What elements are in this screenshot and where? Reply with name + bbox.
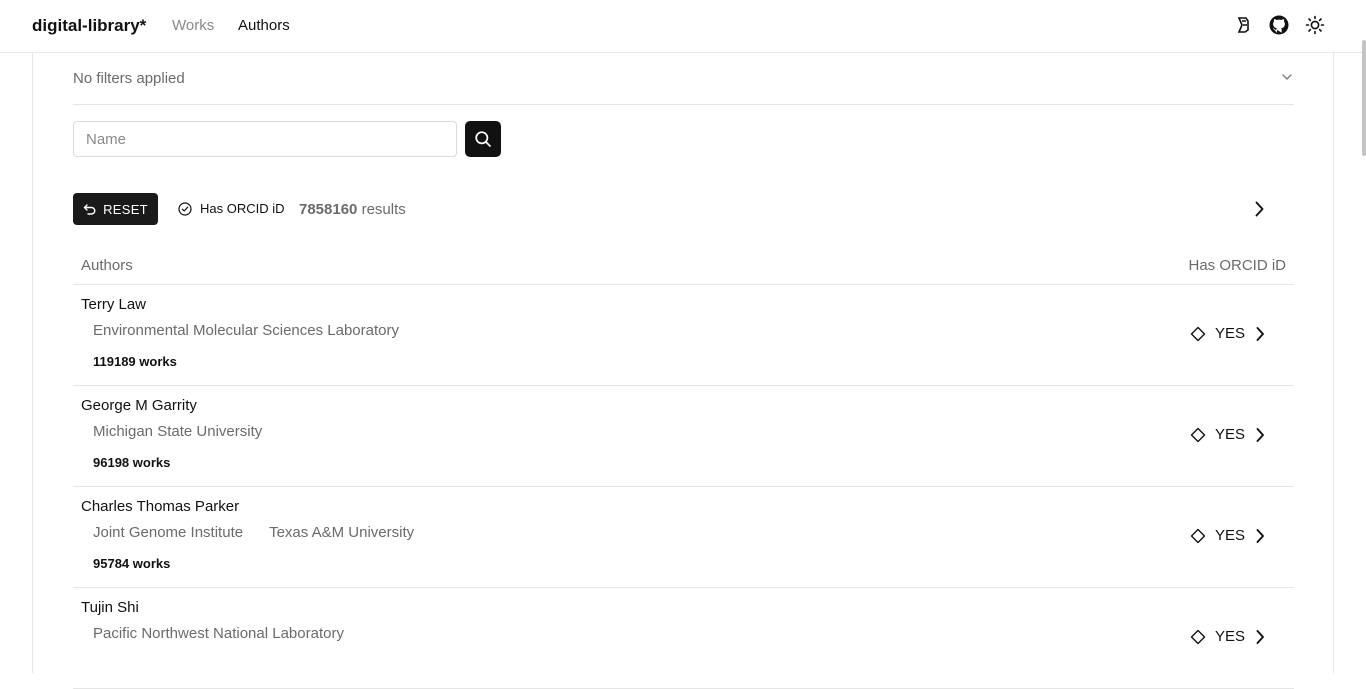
orcid-value: YES <box>1215 426 1246 443</box>
works-count: 95784 works <box>93 556 171 571</box>
results-suffix: results <box>361 201 406 218</box>
author-name[interactable]: Tujin Shi <box>81 599 139 616</box>
row-chevron-right-icon[interactable] <box>1251 426 1269 444</box>
chevron-down-icon[interactable] <box>1280 70 1294 84</box>
diamond-icon <box>1190 528 1206 543</box>
orcid-status: YES <box>1190 325 1245 342</box>
next-page-chevron-icon[interactable] <box>1249 199 1269 219</box>
filters-summary: No filters applied <box>73 70 185 87</box>
top-navigation-bar: digital-library* Works Authors <box>0 0 1366 53</box>
author-name[interactable]: George M Garrity <box>81 397 197 414</box>
sun-icon[interactable] <box>1305 15 1325 35</box>
orcid-status: YES <box>1190 527 1245 544</box>
works-count: 96198 works <box>93 455 171 470</box>
orcid-value: YES <box>1215 325 1246 342</box>
affiliation: Joint Genome Institute <box>93 524 244 541</box>
check-circle-icon <box>178 201 192 216</box>
author-affiliations: Environmental Molecular Sciences Laborat… <box>93 322 399 339</box>
column-header-authors: Authors <box>81 257 133 274</box>
affiliation: Texas A&M University <box>269 524 415 541</box>
orcid-status: YES <box>1190 628 1245 645</box>
author-name[interactable]: Charles Thomas Parker <box>81 498 239 515</box>
row-chevron-right-icon[interactable] <box>1251 527 1269 545</box>
undo-icon <box>83 203 96 215</box>
nav-link-authors[interactable]: Authors <box>238 17 290 34</box>
logo-icon[interactable] <box>1233 15 1253 35</box>
table-row[interactable]: Charles Thomas Parker Joint Genome Insti… <box>73 487 1294 588</box>
filters-accordion[interactable]: No filters applied <box>73 53 1294 105</box>
affiliation: Pacific Northwest National Laboratory <box>93 625 344 642</box>
author-affiliations: Joint Genome Institute Texas A&M Univers… <box>93 524 414 541</box>
diamond-icon <box>1190 326 1206 341</box>
orcid-value: YES <box>1215 527 1246 544</box>
works-count: 119189 works <box>93 354 177 369</box>
reset-button[interactable]: RESET <box>73 193 158 225</box>
diamond-icon <box>1190 629 1206 644</box>
search-button[interactable] <box>465 121 501 157</box>
row-chevron-right-icon[interactable] <box>1251 325 1269 343</box>
table-row[interactable]: George M Garrity Michigan State Universi… <box>73 386 1294 487</box>
brand-logo-link[interactable]: digital-library* <box>32 16 146 36</box>
page-scrollbar[interactable] <box>1362 40 1366 156</box>
name-search-input[interactable] <box>73 121 457 157</box>
orcid-filter-label: Has ORCID iD <box>200 201 285 216</box>
orcid-value: YES <box>1215 628 1246 645</box>
github-icon[interactable] <box>1269 15 1289 35</box>
orcid-status: YES <box>1190 426 1245 443</box>
diamond-icon <box>1190 427 1206 442</box>
table-row[interactable]: Terry Law Environmental Molecular Scienc… <box>73 285 1294 386</box>
results-count: 7858160 results <box>299 201 406 218</box>
author-affiliations: Michigan State University <box>93 423 262 440</box>
search-icon <box>475 131 491 147</box>
authors-panel: No filters applied RESET Has ORCID iD 78… <box>32 53 1334 689</box>
affiliation: Environmental Molecular Sciences Laborat… <box>93 322 399 339</box>
row-chevron-right-icon[interactable] <box>1251 628 1269 646</box>
nav-link-works[interactable]: Works <box>172 17 214 34</box>
results-number: 7858160 <box>299 201 358 218</box>
author-affiliations: Pacific Northwest National Laboratory <box>93 625 344 642</box>
table-row[interactable]: Tujin Shi Pacific Northwest National Lab… <box>73 588 1294 689</box>
reset-label: RESET <box>103 201 148 217</box>
orcid-filter-chip[interactable]: Has ORCID iD <box>178 201 285 216</box>
affiliation: Michigan State University <box>93 423 263 440</box>
author-name[interactable]: Terry Law <box>81 296 146 313</box>
table-header: Authors Has ORCID iD <box>73 247 1294 285</box>
column-header-orcid: Has ORCID iD <box>1188 257 1286 274</box>
